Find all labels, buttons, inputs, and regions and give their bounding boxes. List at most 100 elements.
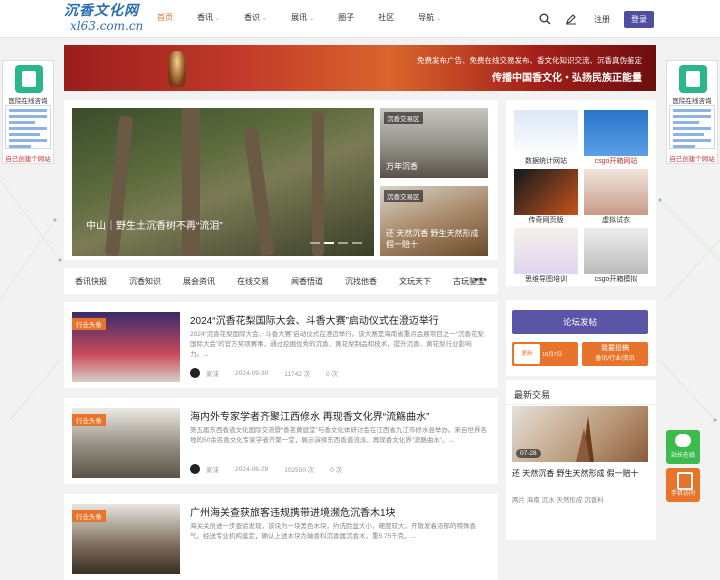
article-category-badge: 行业头条 [72, 510, 106, 522]
left-side-ad[interactable]: 医院在线咨询 自己创建个网站 [2, 60, 54, 164]
article-thumbnail[interactable]: 行业头条 [72, 408, 180, 478]
trade-header: 最新交易 [514, 390, 551, 400]
category-tab[interactable]: 沉找他香 [334, 276, 388, 287]
divider [506, 404, 656, 405]
grid-link-card[interactable]: 思维导图培训 [514, 228, 578, 284]
grid-label: 虚拟试衣 [602, 217, 630, 224]
header-actions: 注册 登录 [528, 10, 654, 28]
edit-icon[interactable] [562, 10, 580, 28]
article-thumbnail[interactable]: 行业头条 [72, 312, 180, 382]
nav-label: 社区 [378, 13, 395, 22]
article-title[interactable]: 2024“沉香花梨国际大会、斗香大赛”启动仪式在澄迈举行 [190, 312, 439, 327]
article-list: 行业头条 2024“沉香花梨国际大会、斗香大赛”启动仪式在澄迈举行 2024“沉香花… [64, 302, 498, 580]
article-author: 家沫 [206, 467, 219, 474]
trade-image[interactable]: 07-28 [512, 406, 648, 462]
grid-link-card[interactable]: 虚拟试衣 [584, 169, 648, 225]
category-tab[interactable]: 文玩天下 [388, 276, 442, 287]
hero-banner[interactable]: 免费发布广告、免费在线交易发布、香文化知识交流、沉香真伪鉴定 传播中国香文化・弘… [64, 45, 656, 91]
grid-label: csgo开箱网站 [594, 158, 638, 165]
forum-post-button[interactable]: 论坛发帖 [512, 310, 648, 334]
article-item[interactable]: 行业头条 广州海关查获旅客违规携带进境濒危沉香木1块 海关关员进一步查验发现，该块为… [64, 494, 498, 580]
trade-date: 07-28 [516, 449, 541, 458]
grid-thumbnail [584, 110, 648, 156]
featured-slider[interactable]: 中山｜野生土沉香树不再“流泪” [72, 108, 374, 256]
search-icon[interactable] [536, 10, 554, 28]
article-summary: 2024“沉香花梨国际大会、斗香大赛”启动仪式在澄迈举行。该大赛是海南省重点会展… [190, 331, 484, 358]
grid-thumbnail [514, 169, 578, 215]
category-tab[interactable]: 展会资讯 [172, 276, 226, 287]
side-ad-title: 医院在线咨询 [672, 98, 712, 105]
banner-subtitle: 免费发布广告、免费在线交易发布、香文化知识交流、沉香真伪鉴定 [417, 56, 642, 65]
nav-item[interactable]: 圈子 [331, 0, 361, 38]
category-tab[interactable]: 香讯快报 [64, 276, 118, 287]
article-author: 家沫 [206, 371, 219, 378]
article-title[interactable]: 广州海关查获旅客违规携带进境濒危沉香木1块 [190, 504, 396, 519]
grid-thumbnail [514, 110, 578, 156]
article-views: 11742 次 [284, 371, 311, 378]
nav-label: 香讯 [197, 13, 213, 22]
article-item[interactable]: 行业头条 2024“沉香花梨国际大会、斗香大赛”启动仪式在澄迈举行 2024“沉香花… [64, 302, 498, 388]
slider-dot[interactable] [352, 242, 362, 244]
wechat-button[interactable]: 站长在线 [666, 430, 700, 464]
slider-dots[interactable] [310, 242, 366, 244]
nav-item[interactable]: 香讯 ⌄ [190, 0, 227, 38]
featured-section: 中山｜野生土沉香树不再“流泪” 沉香交易区 万年沉香 沉香交易区 还 天然沉香 … [64, 100, 498, 260]
calendar-date: 10月7日 [542, 352, 563, 358]
app-icon [679, 65, 707, 93]
mini-news-card[interactable]: 沉香交易区 万年沉香 [380, 108, 488, 178]
grid-link-card[interactable]: 数据统计网站 [514, 110, 578, 166]
grid-thumbnail [584, 169, 648, 215]
article-summary: 第五届东西香道文化国际交流暨“香茗黄庭堂”与香文化体研讨会在江西省九江市修水县举… [190, 427, 487, 444]
nav-item[interactable]: 展讯 ⌄ [284, 0, 321, 38]
submit-sub: 香讯/行业/资讯 [595, 356, 635, 362]
right-side-ad[interactable]: 医院在线咨询 自己创建个网站 [666, 60, 718, 164]
nav-item[interactable]: 香识 ⌄ [237, 0, 274, 38]
chevron-down-icon: ⌄ [215, 16, 221, 22]
trade-title[interactable]: 还 天然沉香 野生天然形成 假一赔十 [512, 468, 648, 480]
login-button[interactable]: 登录 [624, 10, 654, 28]
slider-dot[interactable] [338, 242, 348, 244]
grid-label: 传奇网页版 [528, 217, 564, 224]
side-ad-screenshot [5, 105, 51, 149]
chevron-down-icon: ⌄ [436, 16, 442, 22]
mobile-access-button[interactable]: 手机访问 [666, 468, 700, 502]
category-tab[interactable]: 在线交易 [226, 276, 280, 287]
article-category-badge: 行业头条 [72, 414, 106, 426]
nav-label: 首页 [157, 13, 173, 22]
floating-contact: 站长在线 手机访问 [666, 430, 700, 504]
category-tab[interactable]: 闻香悟道 [280, 276, 334, 287]
mini-news-tag: 沉香交易区 [384, 190, 423, 202]
top-header: 沉香文化网 xl63.com.cn 首页 香讯 ⌄ 香识 ⌄ 展讯 ⌄ 圈子 社区 导航 ⌄ 注册 … [0, 0, 720, 38]
article-title[interactable]: 海内外专家学者齐聚江西修水 再现香文化界“流觞曲水” [190, 408, 429, 423]
slider-dot[interactable] [324, 242, 334, 244]
grid-link-card[interactable]: 传奇网页版 [514, 169, 578, 225]
slider-dot[interactable] [310, 242, 320, 244]
nav-item[interactable]: 社区 [371, 0, 401, 38]
chevron-down-icon: ⌄ [309, 16, 315, 22]
calendar-label: 更新 [514, 344, 540, 364]
article-item[interactable]: 行业头条 海内外专家学者齐聚江西修水 再现香文化界“流觞曲水” 第五届东西香道文化国… [64, 398, 498, 484]
more-tabs-button[interactable]: ••• [474, 275, 488, 286]
article-views: 102550 次 [284, 467, 315, 474]
site-logo[interactable]: 沉香文化网 xl63.com.cn [64, 4, 144, 34]
nav-label: 导航 [418, 13, 435, 22]
side-ad-screenshot [669, 105, 715, 149]
avatar [190, 368, 200, 378]
link-grid-box: 数据统计网站 csgo开箱网站传奇网页版 虚拟试衣思维导图培训 csgo开箱模拟 [506, 100, 656, 286]
mini-news-card[interactable]: 沉香交易区 还 天然沉香 野生天然形成 假一赔十 [380, 186, 488, 256]
mini-news-tag: 沉香交易区 [384, 112, 423, 124]
article-meta: 家沫 2024-06-28 102550 次 0 次 [190, 464, 358, 474]
nav-item[interactable]: 导航 ⌄ [411, 0, 448, 38]
article-thumbnail[interactable]: 行业头条 [72, 504, 180, 574]
register-link[interactable]: 注册 [594, 14, 610, 25]
logo-domain: xl63.com.cn [70, 19, 144, 33]
main-nav: 首页 香讯 ⌄ 香识 ⌄ 展讯 ⌄ 圈子 社区 导航 ⌄ [150, 0, 458, 38]
article-comments: 0 次 [330, 467, 343, 474]
grid-link-card[interactable]: csgo开箱模拟 [584, 228, 648, 284]
nav-item[interactable]: 首页 [150, 0, 180, 38]
grid-link-card[interactable]: csgo开箱网站 [584, 110, 648, 166]
category-tab[interactable]: 沉香知识 [118, 276, 172, 287]
article-comments: 0 次 [326, 371, 339, 378]
submit-article-button[interactable]: 我要投稿 香讯/行业/资讯 [582, 342, 648, 366]
nav-label: 展讯 [291, 13, 308, 22]
